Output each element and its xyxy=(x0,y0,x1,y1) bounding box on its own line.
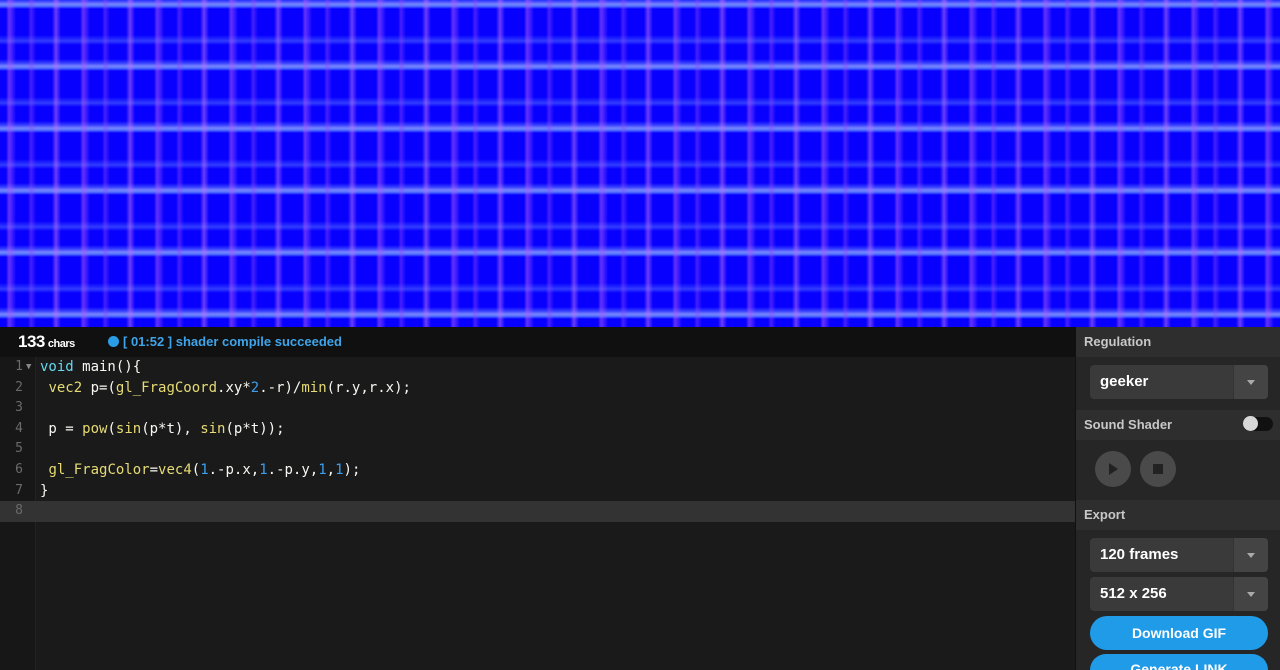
code-text: } xyxy=(40,482,49,499)
chevron-down-icon[interactable] xyxy=(1233,577,1268,611)
code-line[interactable]: 1 ▼ void main(){ xyxy=(0,357,1075,378)
code-text: vec2 p=(gl_FragCoord.xy*2.-r)/min(r.y,r.… xyxy=(48,379,411,396)
code-line[interactable]: 2 vec2 p=(gl_FragCoord.xy*2.-r)/min(r.y,… xyxy=(0,378,1075,399)
code-line-active[interactable]: 8 xyxy=(0,501,1075,522)
line-number: 4 xyxy=(15,420,23,436)
size-select[interactable]: 512 x 256 xyxy=(1090,577,1268,611)
line-number: 5 xyxy=(15,441,23,457)
chevron-down-icon[interactable] xyxy=(1233,538,1268,572)
regulation-select-value: geeker xyxy=(1100,373,1149,390)
code-text: gl_FragColor=vec4(1.-p.x,1.-p.y,1,1); xyxy=(48,462,361,478)
chevron-down-icon[interactable] xyxy=(1233,365,1268,399)
play-icon[interactable] xyxy=(1095,451,1131,487)
line-number: 7 xyxy=(15,482,23,498)
compile-status: [ 01:52 ] shader compile succeeded xyxy=(108,334,342,349)
line-number: 2 xyxy=(15,379,23,395)
line-number: 8 xyxy=(15,503,23,519)
size-select-value: 512 x 256 xyxy=(1100,585,1167,602)
shader-preview-canvas xyxy=(0,0,1280,327)
generate-link-button[interactable]: Generate LINK xyxy=(1090,654,1268,670)
code-text: p = pow(sin(p*t), sin(p*t)); xyxy=(40,420,285,437)
settings-panel: Regulation geeker Sound Shader Export 12… xyxy=(1075,327,1280,670)
frames-select[interactable]: 120 frames xyxy=(1090,538,1268,572)
char-count-unit: chars xyxy=(47,338,75,350)
regulation-select[interactable]: geeker xyxy=(1090,365,1268,399)
export-header: Export xyxy=(1076,500,1280,530)
download-gif-button[interactable]: Download GIF xyxy=(1090,616,1268,650)
code-line[interactable]: 6 gl_FragColor=vec4(1.-p.x,1.-p.y,1,1); xyxy=(0,460,1075,481)
code-editor[interactable]: 1 ▼ void main(){ 2 vec2 p=(gl_FragCoord.… xyxy=(0,357,1075,670)
code-text: void main(){ xyxy=(40,359,142,375)
char-count: 133 chars xyxy=(18,332,75,352)
status-dot-icon xyxy=(108,336,119,347)
char-count-value: 133 xyxy=(18,332,45,351)
line-number: 6 xyxy=(15,462,23,477)
line-number: 3 xyxy=(15,400,23,416)
line-number: 1 xyxy=(15,359,23,374)
code-line[interactable]: 7 } xyxy=(0,481,1075,502)
sound-shader-toggle[interactable] xyxy=(1243,416,1273,431)
regulation-header: Regulation xyxy=(1076,327,1280,357)
status-bar: 133 chars [ 01:52 ] shader compile succee… xyxy=(0,327,1075,357)
fold-arrow-icon[interactable]: ▼ xyxy=(26,357,31,378)
compile-status-message: [ 01:52 ] shader compile succeeded xyxy=(123,334,342,349)
code-line[interactable]: 5 xyxy=(0,439,1075,460)
toggle-knob xyxy=(1243,416,1258,431)
stop-icon[interactable] xyxy=(1140,451,1176,487)
code-line[interactable]: 4 p = pow(sin(p*t), sin(p*t)); xyxy=(0,419,1075,440)
frames-select-value: 120 frames xyxy=(1100,546,1179,563)
code-line[interactable]: 3 xyxy=(0,398,1075,419)
